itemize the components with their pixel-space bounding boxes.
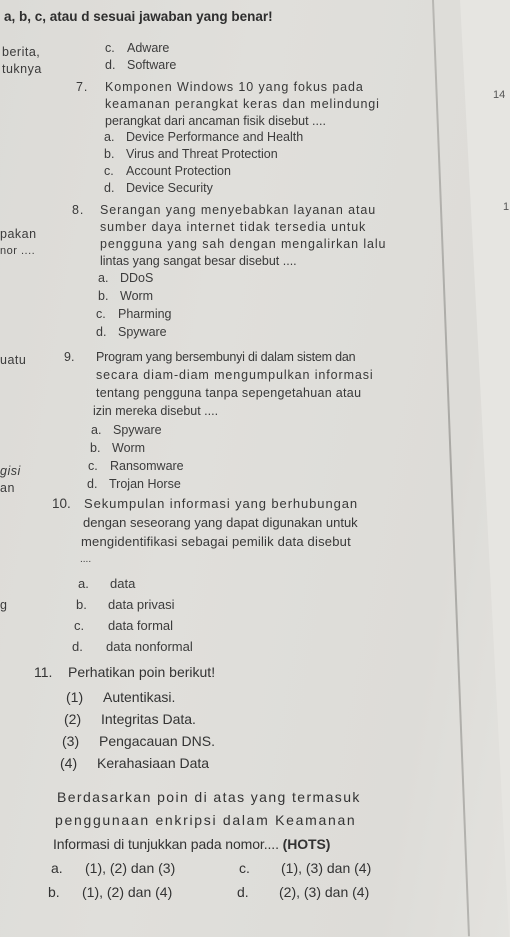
q8-text: pengguna yang sah dengan mengalirkan lal… (100, 237, 387, 251)
q9-number: 9. (64, 350, 75, 364)
left-fragment: gisi (0, 464, 21, 478)
q8-option-a[interactable]: a. DDoS (98, 271, 153, 285)
page-number: 14 (493, 89, 506, 101)
q11-option-a[interactable]: a. (1), (2) dan (3) (51, 860, 175, 876)
page-number: 1 (503, 201, 510, 213)
q7-option-c[interactable]: c. Account Protection (104, 164, 231, 178)
q7-text: perangkat dari ancaman fisik disebut ...… (105, 114, 326, 128)
q7-text: keamanan perangkat keras dan melindungi (105, 97, 380, 111)
q8-text: sumber daya internet tidak tersedia untu… (100, 220, 367, 234)
left-fragment: an (0, 481, 15, 495)
q11-option-c[interactable]: c. (1), (3) dan (4) (239, 860, 371, 876)
section-instruction: a, b, c, atau d sesuai jawaban yang bena… (4, 9, 273, 24)
q9-text: Program yang bersembunyi di dalam sistem… (96, 350, 356, 364)
q11-intro: Perhatikan poin berikut! (68, 664, 216, 680)
q8-text: Serangan yang menyebabkan layanan atau (100, 203, 377, 217)
q10-text: mengidentifikasi sebagai pemilik data di… (81, 534, 351, 549)
q8-option-d[interactable]: d. Spyware (96, 325, 167, 339)
q11-text: penggunaan enkripsi dalam Keamanan (55, 812, 357, 828)
adjacent-page (460, 0, 510, 937)
q11-point-1: (1) Autentikasi. (66, 689, 176, 705)
q6-option-d[interactable]: d. Software (105, 58, 176, 72)
q8-option-c[interactable]: c. Pharming (96, 307, 172, 321)
q10-text: dengan seseorang yang dapat digunakan un… (83, 515, 358, 530)
q11-option-d[interactable]: d. (2), (3) dan (4) (237, 884, 369, 900)
q8-text: lintas yang sangat besar disebut .... (100, 254, 297, 268)
q7-number: 7. (76, 80, 89, 94)
q11-point-3: (3) Pengacauan DNS. (62, 733, 215, 749)
q11-option-b[interactable]: b. (1), (2) dan (4) (48, 884, 172, 900)
q9-option-a[interactable]: a. Spyware (91, 423, 162, 437)
q11-text-last: Informasi di tunjukkan pada nomor.... (H… (53, 836, 331, 852)
q7-option-a[interactable]: a. Device Performance and Health (104, 130, 303, 144)
left-fragment: nor .... (0, 245, 36, 257)
q9-text: tentang pengguna tanpa sepengetahuan ata… (96, 386, 362, 400)
q10-option-a[interactable]: a. data (78, 576, 135, 591)
q9-text: secara diam-diam mengumpulkan informasi (96, 368, 374, 382)
left-fragment: uatu (0, 353, 27, 367)
q11-point-4: (4) Kerahasiaan Data (60, 755, 210, 771)
q9-option-c[interactable]: c. Ransomware (88, 459, 184, 473)
q10-option-d[interactable]: d. data nonformal (72, 639, 193, 654)
q7-option-b[interactable]: b. Virus and Threat Protection (104, 147, 278, 161)
left-fragment: pakan (0, 227, 37, 241)
q11-text: Berdasarkan poin di atas yang termasuk (57, 789, 361, 805)
q8-option-b[interactable]: b. Worm (98, 289, 153, 303)
q8-number: 8. (72, 203, 85, 217)
q10-text: Sekumpulan informasi yang berhubungan (84, 496, 358, 511)
q9-option-d[interactable]: d. Trojan Horse (87, 477, 181, 491)
q9-text: izin mereka disebut .... (93, 404, 219, 418)
left-fragment: g (0, 598, 8, 612)
q7-text: Komponen Windows 10 yang fokus pada (105, 80, 364, 94)
q11-number: 11. (34, 664, 53, 680)
q10-option-c[interactable]: c. data formal (74, 618, 173, 633)
hots-tag: (HOTS) (282, 836, 331, 852)
q10-number: 10. (52, 496, 71, 511)
q6-option-c[interactable]: c. Adware (105, 41, 169, 55)
q10-option-b[interactable]: b. data privasi (76, 597, 174, 612)
q11-point-2: (2) Integritas Data. (64, 711, 196, 727)
left-fragment: tuknya (2, 62, 42, 76)
q9-option-b[interactable]: b. Worm (90, 441, 145, 455)
left-fragment: berita, (2, 45, 41, 59)
page-fold-line (432, 0, 470, 937)
q7-option-d[interactable]: d. Device Security (104, 181, 213, 195)
q10-text: .... (80, 554, 92, 565)
